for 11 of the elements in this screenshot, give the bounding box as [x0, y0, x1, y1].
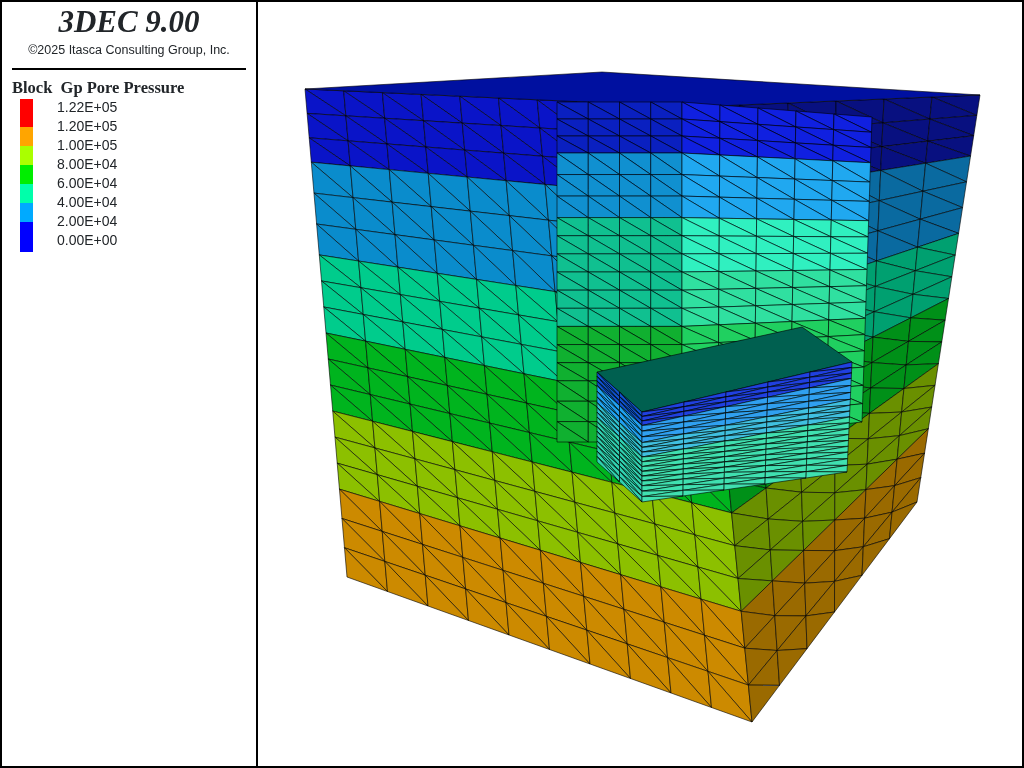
legend-label: 2.00E+04: [57, 212, 118, 231]
program-title: 3DEC 9.00: [57, 4, 201, 40]
legend-label: 8.00E+04: [57, 155, 118, 174]
legend-label: 1.22E+05: [57, 98, 118, 117]
copyright-text: ©2025 Itasca Consulting Group, Inc.: [27, 42, 231, 58]
legend-label: 0.00E+00: [57, 231, 118, 250]
legend-label: 4.00E+04: [57, 193, 118, 212]
legend-label: 1.20E+05: [57, 117, 118, 136]
legend-title: Block Gp Pore Pressure: [12, 79, 186, 97]
legend-label: 6.00E+04: [57, 174, 118, 193]
legend-label: 1.00E+05: [57, 136, 118, 155]
